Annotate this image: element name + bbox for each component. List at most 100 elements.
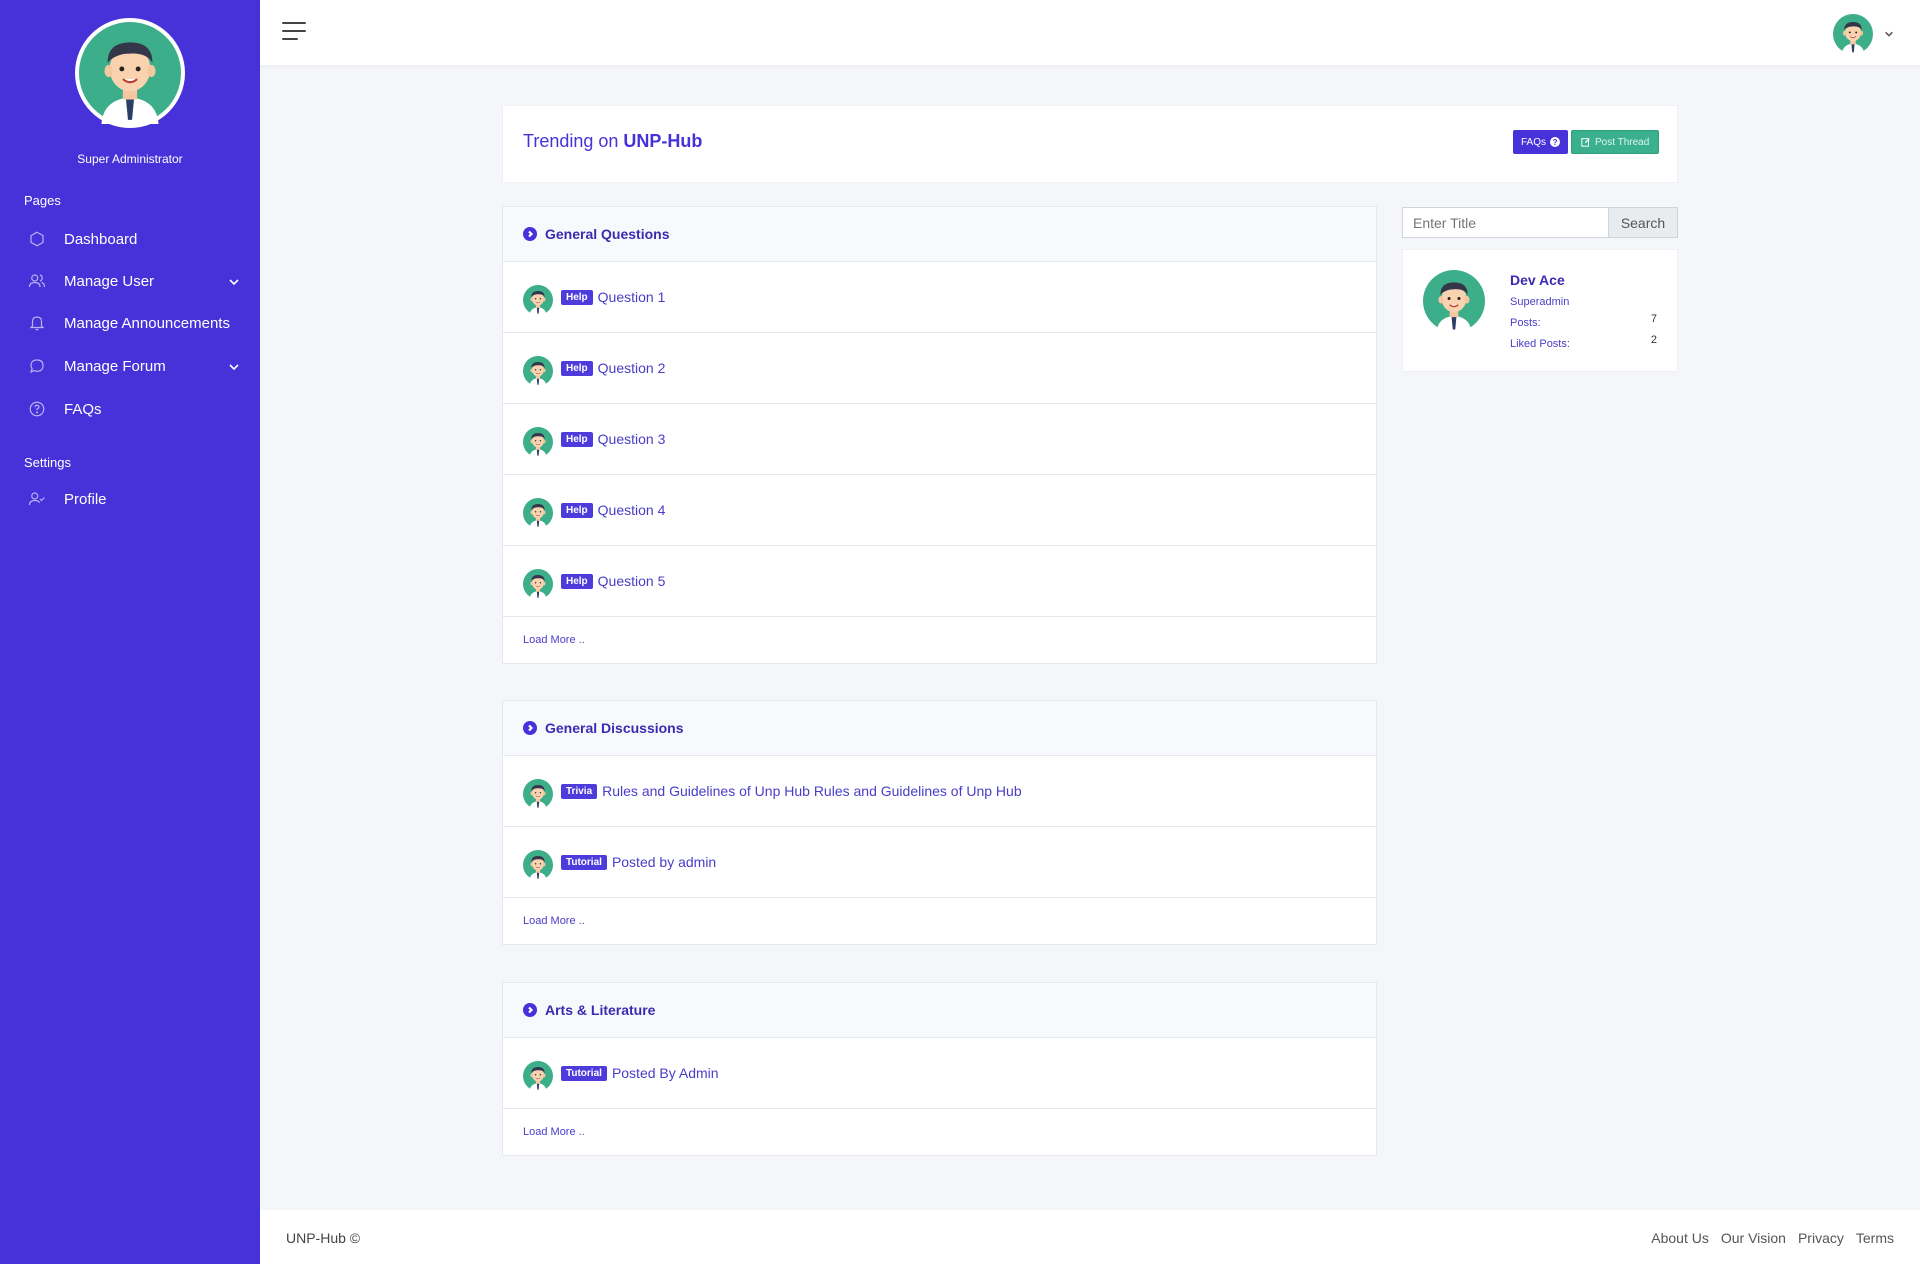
category-general-questions: General Questions Help Question 1 Help Que…: [502, 206, 1377, 664]
sidebar-item-manage-announcements[interactable]: Manage Announcements: [28, 308, 240, 338]
thread-avatar: [523, 779, 553, 809]
thread-badge: Help: [561, 573, 593, 589]
thread-title[interactable]: Posted by admin: [612, 854, 716, 870]
liked-posts-count: 2: [1650, 334, 1657, 346]
posts-label: Posts:: [1510, 317, 1541, 329]
profile-name[interactable]: Dev Ace: [1510, 272, 1565, 288]
thread-row[interactable]: Help Question 5: [503, 546, 1376, 617]
search-input[interactable]: [1402, 207, 1608, 238]
chevron-down-icon: [228, 360, 240, 372]
brand-name: UNP-Hub: [623, 131, 703, 151]
category-header: General Questions: [503, 207, 1376, 262]
question-icon: ?: [1550, 137, 1561, 147]
sidebar-item-label: Dashboard: [64, 230, 138, 248]
posts-count: 7: [1650, 313, 1657, 325]
thread-row[interactable]: Help Question 4: [503, 475, 1376, 546]
hexagon-icon: [28, 230, 46, 248]
user-avatar[interactable]: [1833, 14, 1873, 54]
chevron-right-icon: [523, 721, 537, 735]
chat-icon: [28, 357, 46, 375]
sidebar-item-faqs[interactable]: FAQs: [28, 394, 240, 424]
thread-title[interactable]: Question 1: [598, 289, 666, 305]
sidebar-section-pages: Pages: [24, 193, 61, 208]
thread-title[interactable]: Question 2: [598, 360, 666, 376]
thread-badge: Tutorial: [561, 1065, 607, 1081]
footer-link-privacy[interactable]: Privacy: [1798, 1230, 1844, 1246]
chevron-right-icon: [523, 227, 537, 241]
sidebar-item-manage-forum[interactable]: Manage Forum: [28, 351, 240, 381]
thread-avatar: [523, 498, 553, 528]
sidebar-item-label: Profile: [64, 490, 107, 508]
sidebar-item-profile[interactable]: Profile: [28, 484, 240, 514]
footer: UNP-Hub © About Us Our Vision Privacy Te…: [260, 1210, 1920, 1264]
thread-avatar: [523, 356, 553, 386]
help-circle-icon: [28, 400, 46, 418]
thread-badge: Help: [561, 502, 593, 518]
category-title: Arts & Literature: [545, 1002, 656, 1018]
thread-row[interactable]: Help Question 2: [503, 333, 1376, 404]
category-header: General Discussions: [503, 701, 1376, 756]
footer-link-vision[interactable]: Our Vision: [1721, 1230, 1786, 1246]
category-header: Arts & Literature: [503, 983, 1376, 1038]
thread-avatar: [523, 1061, 553, 1091]
chevron-down-icon[interactable]: [1884, 26, 1896, 38]
faqs-button[interactable]: FAQs?: [1513, 130, 1569, 154]
sidebar-section-settings: Settings: [24, 455, 71, 470]
users-icon: [28, 272, 46, 290]
thread-row[interactable]: Help Question 1: [503, 262, 1376, 333]
profile-card: Dev Ace Superadmin Posts: 7 Liked Posts:…: [1402, 249, 1678, 372]
sidebar-item-manage-user[interactable]: Manage User: [28, 266, 240, 296]
thread-badge: Help: [561, 289, 593, 305]
sidebar-avatar: [75, 18, 185, 128]
profile-avatar: [1423, 270, 1485, 332]
thread-badge: Tutorial: [561, 854, 607, 870]
category-arts-literature: Arts & Literature Tutorial Posted By Admi…: [502, 982, 1377, 1156]
sidebar: Super Administrator Pages Dashboard Mana…: [0, 0, 260, 1264]
category-general-discussions: General Discussions Trivia Rules and Guid…: [502, 700, 1377, 945]
liked-posts-label: Liked Posts:: [1510, 338, 1570, 350]
footer-brand: UNP-Hub ©: [286, 1230, 361, 1246]
thread-title[interactable]: Question 4: [598, 502, 666, 518]
sidebar-item-label: Manage User: [64, 272, 155, 290]
edit-icon: [1581, 138, 1590, 147]
sidebar-item-label: Manage Announcements: [64, 314, 230, 332]
chevron-down-icon: [228, 275, 240, 287]
profile-role: Superadmin: [1510, 296, 1570, 308]
user-check-icon: [28, 490, 46, 508]
thread-row[interactable]: Tutorial Posted by admin: [503, 827, 1376, 898]
thread-avatar: [523, 427, 553, 457]
thread-title[interactable]: Question 5: [598, 573, 666, 589]
thread-row[interactable]: Trivia Rules and Guidelines of Unp Hub Ru…: [503, 756, 1376, 827]
thread-title[interactable]: Question 3: [598, 431, 666, 447]
topbar: [260, 0, 1920, 65]
bell-icon: [28, 314, 46, 332]
footer-link-terms[interactable]: Terms: [1856, 1230, 1894, 1246]
thread-title[interactable]: Rules and Guidelines of Unp Hub Rules an…: [602, 783, 1021, 799]
thread-badge: Help: [561, 360, 593, 376]
category-title: General Discussions: [545, 720, 684, 736]
thread-row[interactable]: Help Question 3: [503, 404, 1376, 475]
load-more-link[interactable]: Load More ..: [503, 898, 1376, 944]
sidebar-item-dashboard[interactable]: Dashboard: [28, 224, 240, 254]
trending-header: Trending on UNP-Hub FAQs? Post Thread: [502, 105, 1678, 183]
sidebar-role: Super Administrator: [77, 152, 183, 166]
thread-avatar: [523, 569, 553, 599]
thread-avatar: [523, 850, 553, 880]
page-title: Trending on UNP-Hub: [523, 131, 703, 151]
footer-link-about[interactable]: About Us: [1651, 1230, 1709, 1246]
category-title: General Questions: [545, 226, 670, 242]
sidebar-item-label: Manage Forum: [64, 357, 166, 375]
thread-row[interactable]: Tutorial Posted By Admin: [503, 1038, 1376, 1109]
menu-toggle-icon[interactable]: [282, 22, 306, 42]
post-thread-button[interactable]: Post Thread: [1571, 130, 1660, 154]
thread-avatar: [523, 285, 553, 315]
thread-title[interactable]: Posted By Admin: [612, 1065, 719, 1081]
load-more-link[interactable]: Load More ..: [503, 1109, 1376, 1155]
sidebar-item-label: FAQs: [64, 400, 102, 418]
thread-badge: Trivia: [561, 783, 598, 799]
thread-badge: Help: [561, 431, 593, 447]
chevron-right-icon: [523, 1003, 537, 1017]
footer-links: About Us Our Vision Privacy Terms: [1651, 1230, 1894, 1246]
load-more-link[interactable]: Load More ..: [503, 617, 1376, 663]
search-button[interactable]: Search: [1608, 207, 1678, 238]
